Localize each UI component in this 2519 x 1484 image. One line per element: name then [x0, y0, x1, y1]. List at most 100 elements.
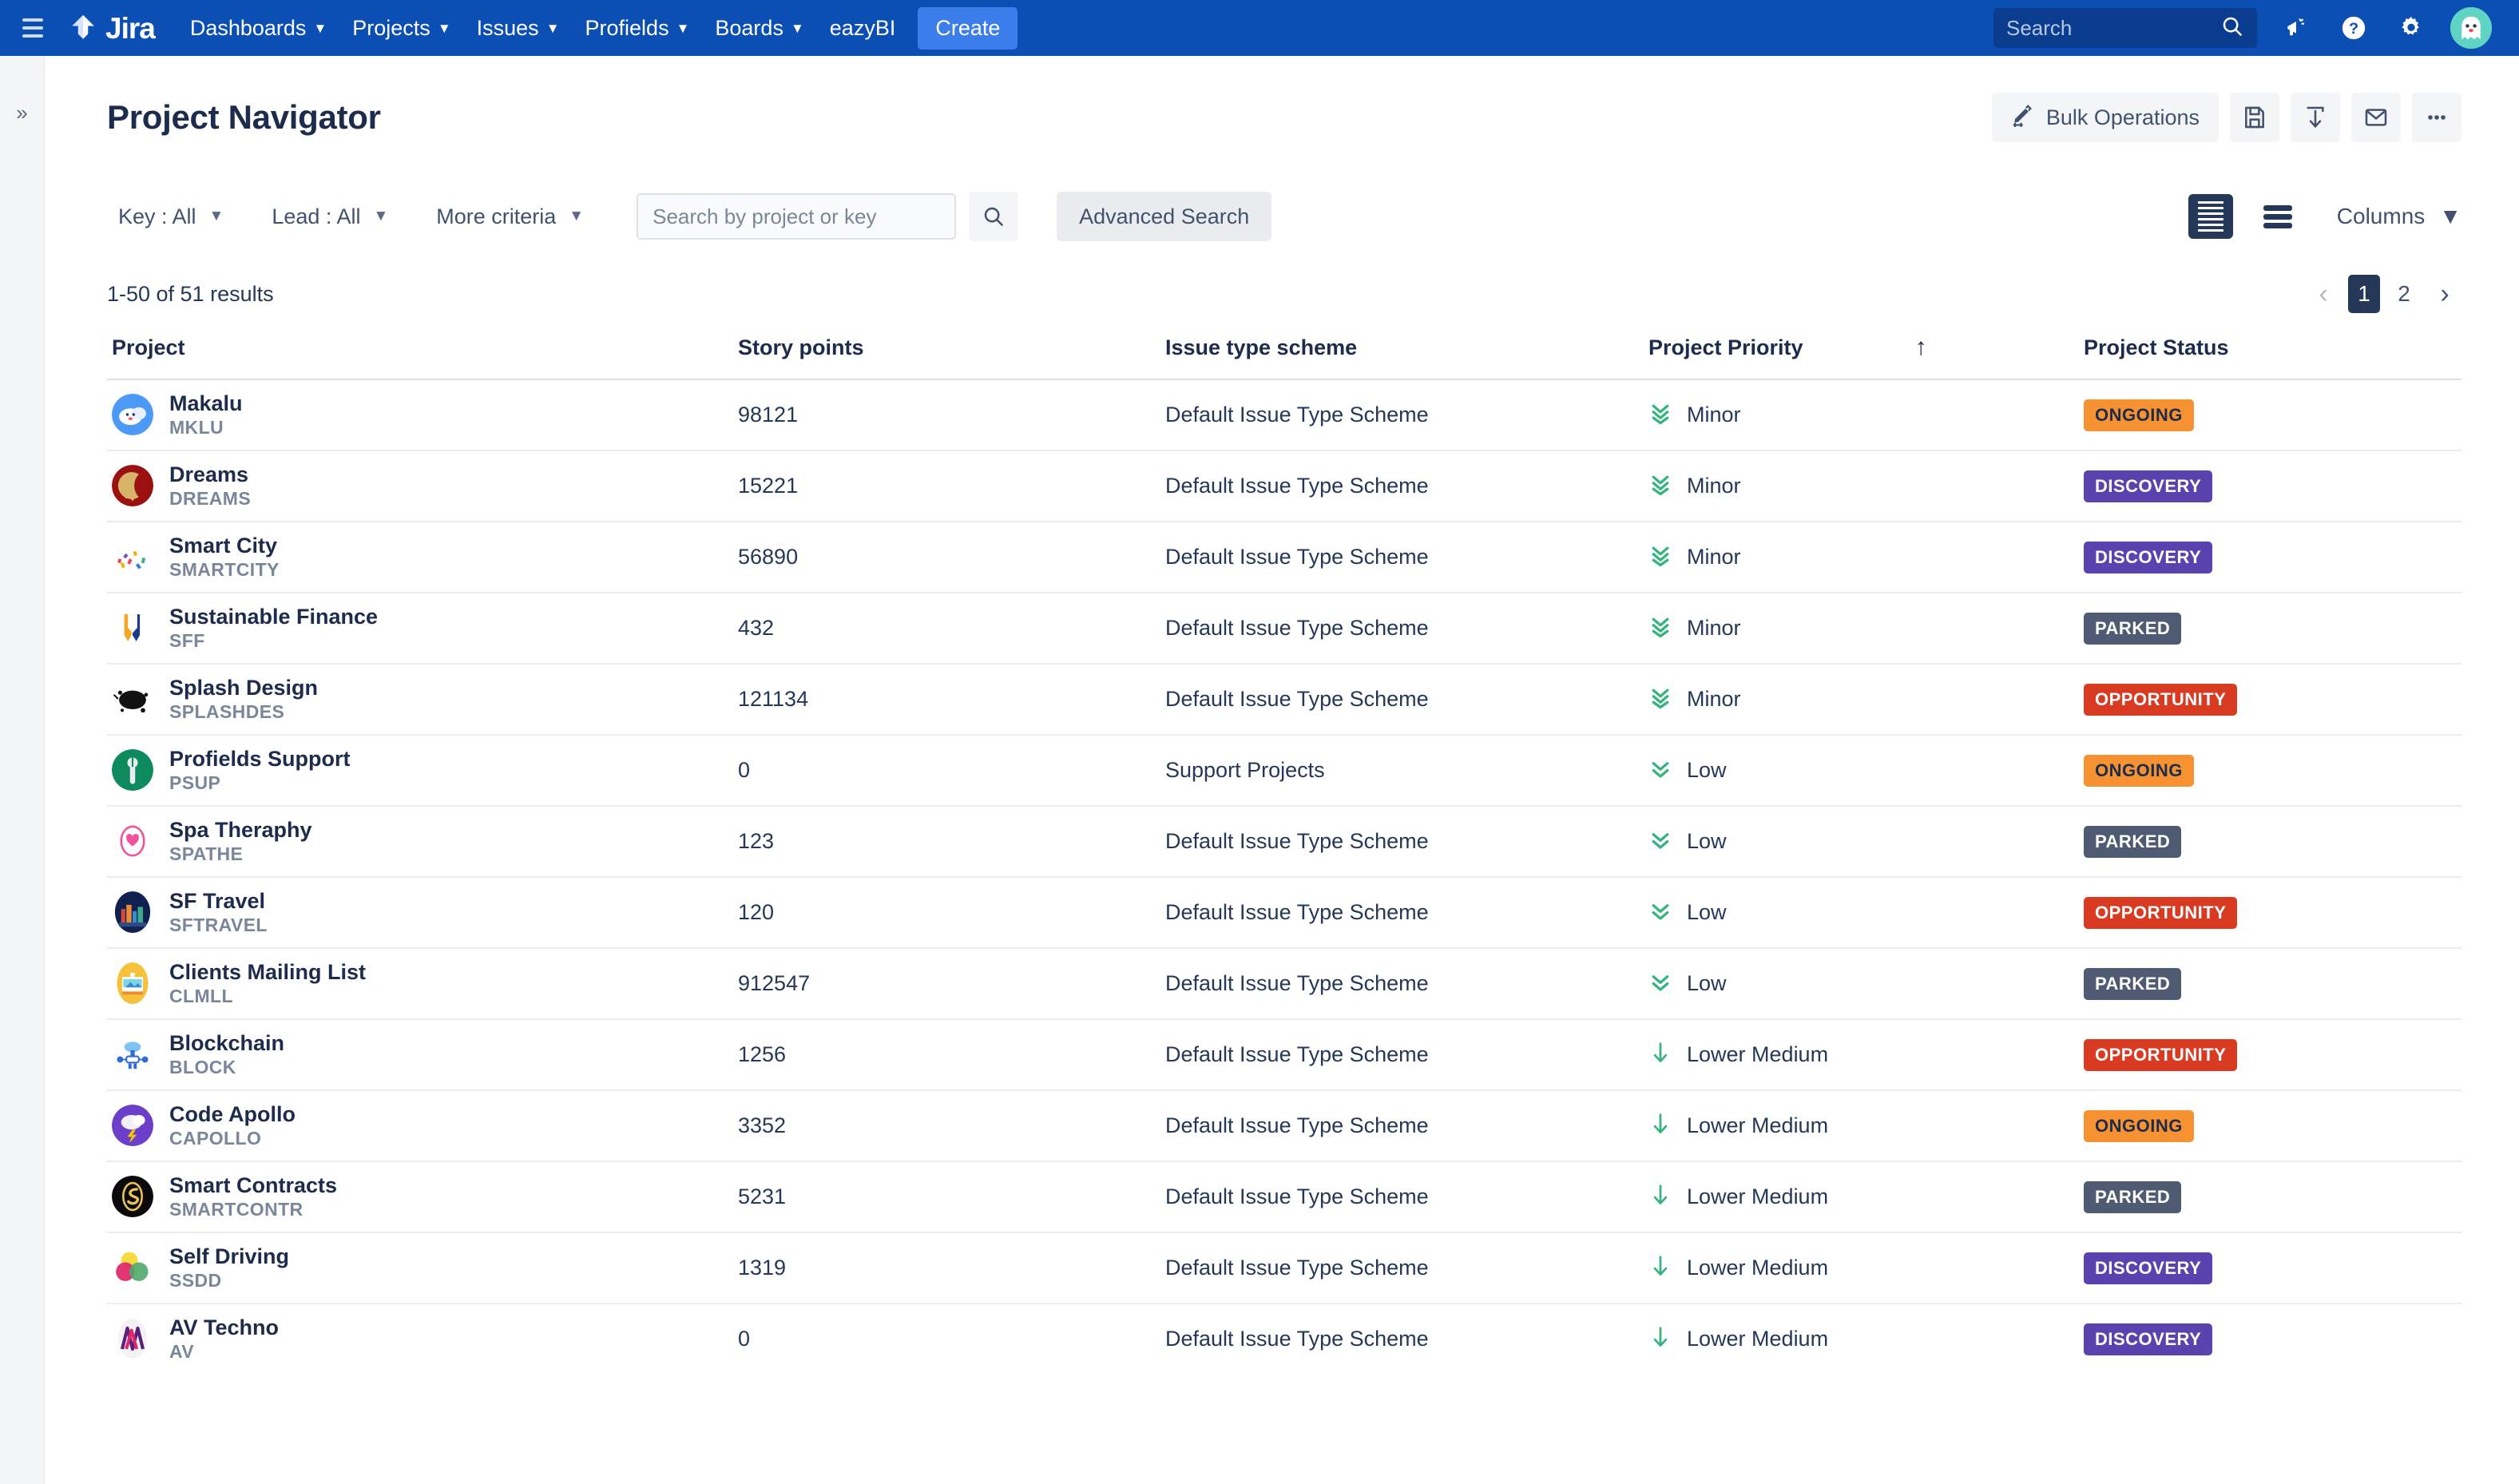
- global-search-input[interactable]: [2006, 15, 2220, 41]
- table-row[interactable]: Smart Contracts SMARTCONTR 5231 Default Iss…: [107, 1161, 2461, 1232]
- project-search-input[interactable]: [653, 204, 941, 229]
- double-chevron-down-icon: [1648, 899, 1672, 927]
- save-icon[interactable]: [2230, 93, 2279, 142]
- issue-type-scheme-cell: Default Issue Type Scheme: [1165, 474, 1429, 498]
- gear-icon[interactable]: [2393, 10, 2430, 46]
- columns-dropdown[interactable]: Columns ▼: [2337, 204, 2461, 229]
- project-name-link[interactable]: Spa Theraphy: [169, 818, 312, 843]
- project-status-cell: OPPORTUNITY: [2084, 1038, 2461, 1071]
- list-view-toggle[interactable]: [2255, 194, 2300, 239]
- project-name-link[interactable]: Smart Contracts: [169, 1173, 337, 1198]
- priority-label: Low: [1687, 900, 1727, 924]
- jira-logo[interactable]: Jira: [67, 12, 156, 44]
- table-row[interactable]: Spa Theraphy SPATHE 123 Default Issue Type …: [107, 805, 2461, 876]
- table-row[interactable]: Self Driving SSDD 1319 Default Issue Type S…: [107, 1232, 2461, 1303]
- story-points-cell: 120: [738, 900, 775, 924]
- column-header-project-status[interactable]: Project Status: [2084, 335, 2461, 360]
- project-search-field[interactable]: [637, 193, 957, 240]
- compact-view-toggle[interactable]: [2188, 194, 2233, 239]
- project-name-link[interactable]: Makalu: [169, 391, 243, 416]
- project-name-link[interactable]: Splash Design: [169, 676, 318, 700]
- chevron-down-icon: ▼: [2439, 204, 2461, 228]
- priority-label: Minor: [1687, 687, 1741, 711]
- status-badge: DISCOVERY: [2084, 470, 2213, 502]
- expand-sidebar-icon[interactable]: »: [0, 101, 44, 125]
- nav-item-profields[interactable]: Profields ▼: [573, 8, 703, 49]
- project-key: SPLASHDES: [169, 701, 285, 723]
- global-search-box[interactable]: [1993, 8, 2257, 48]
- project-identity: Smart City SMARTCITY: [169, 534, 280, 580]
- nav-item-issues[interactable]: Issues ▼: [464, 8, 573, 49]
- filter-key-dropdown[interactable]: Key : All ▼: [107, 196, 235, 237]
- export-icon[interactable]: [2291, 93, 2340, 142]
- table-row[interactable]: Code Apollo CAPOLLO 3352 Default Issue Type…: [107, 1089, 2461, 1161]
- filter-lead-dropdown[interactable]: Lead : All ▼: [260, 196, 399, 237]
- arrow-down-icon: [1648, 1041, 1672, 1069]
- table-row[interactable]: Dreams DREAMS 15221 Default Issue Type Sche…: [107, 450, 2461, 521]
- user-avatar[interactable]: [2450, 7, 2492, 49]
- app-menu-icon[interactable]: [22, 18, 50, 38]
- svg-text:?: ?: [2349, 20, 2358, 38]
- priority-label: Minor: [1687, 403, 1741, 427]
- nav-item-dashboards[interactable]: Dashboards ▼: [177, 8, 339, 49]
- nav-label: Profields: [585, 15, 669, 40]
- nav-item-projects[interactable]: Projects ▼: [339, 8, 463, 49]
- email-icon[interactable]: [2351, 93, 2401, 142]
- table-row[interactable]: Clients Mailing List CLMLL 912547 Default I…: [107, 947, 2461, 1018]
- project-cell: Makalu MKLU: [107, 391, 738, 438]
- story-points-cell: 56890: [738, 545, 799, 569]
- column-header-project-priority[interactable]: Project Priority ↑: [1648, 334, 2084, 361]
- create-button[interactable]: Create: [918, 6, 1018, 50]
- sort-ascending-icon[interactable]: ↑: [1915, 334, 1927, 361]
- search-submit-button[interactable]: [969, 192, 1019, 241]
- project-name-link[interactable]: Self Driving: [169, 1244, 289, 1269]
- status-badge: DISCOVERY: [2084, 1252, 2213, 1284]
- project-name-link[interactable]: SF Travel: [169, 889, 268, 914]
- project-name-link[interactable]: Smart City: [169, 534, 280, 558]
- project-name-link[interactable]: Sustainable Finance: [169, 605, 378, 629]
- status-badge: OPPORTUNITY: [2084, 683, 2238, 716]
- story-points-cell: 15221: [738, 474, 799, 498]
- nav-item-boards[interactable]: Boards ▼: [702, 8, 816, 49]
- project-key: BLOCK: [169, 1057, 236, 1078]
- project-priority-cell: Minor: [1648, 543, 2084, 571]
- project-cell: Sustainable Finance SFF: [107, 605, 738, 651]
- table-row[interactable]: AV Techno AV 0 Default Issue Type Scheme Low…: [107, 1303, 2461, 1374]
- project-name-link[interactable]: AV Techno: [169, 1315, 279, 1340]
- help-icon[interactable]: ?: [2335, 10, 2372, 46]
- table-row[interactable]: Profields Support PSUP 0 Support Projects Lo…: [107, 734, 2461, 805]
- bulk-operations-button[interactable]: Bulk Operations: [1991, 93, 2219, 142]
- project-name-link[interactable]: Code Apollo: [169, 1102, 296, 1127]
- table-row[interactable]: Smart City SMARTCITY 56890 Default Issue Ty…: [107, 521, 2461, 592]
- triple-chevron-down-icon: [1648, 401, 1672, 429]
- table-row[interactable]: Blockchain BLOCK 1256 Default Issue Type Sc…: [107, 1018, 2461, 1089]
- page-1-button[interactable]: 1: [2348, 275, 2380, 313]
- project-identity: Makalu MKLU: [169, 391, 243, 438]
- project-name-link[interactable]: Clients Mailing List: [169, 960, 366, 985]
- nav-item-eazybi[interactable]: eazyBI: [817, 8, 909, 49]
- column-header-story-points[interactable]: Story points: [738, 335, 1165, 360]
- project-name-link[interactable]: Dreams: [169, 462, 251, 487]
- project-key: SPATHE: [169, 843, 244, 865]
- more-criteria-dropdown[interactable]: More criteria ▼: [425, 196, 595, 237]
- project-key: SFTRAVEL: [169, 915, 268, 936]
- project-avatar-icon: [112, 749, 153, 792]
- table-row[interactable]: Splash Design SPLASHDES 121134 Default Issu…: [107, 663, 2461, 734]
- arrow-down-icon: [1648, 1325, 1672, 1353]
- project-avatar-icon: [112, 962, 153, 1005]
- table-row[interactable]: Sustainable Finance SFF 432 Default Issue T…: [107, 592, 2461, 663]
- advanced-search-button[interactable]: Advanced Search: [1057, 192, 1272, 241]
- more-options-icon[interactable]: [2412, 93, 2461, 142]
- project-name-link[interactable]: Blockchain: [169, 1031, 284, 1056]
- table-row[interactable]: SF Travel SFTRAVEL 120 Default Issue Type S…: [107, 876, 2461, 947]
- column-header-issue-type-scheme[interactable]: Issue type scheme: [1165, 335, 1648, 360]
- project-name-link[interactable]: Profields Support: [169, 747, 351, 772]
- table-row[interactable]: Makalu MKLU 98121 Default Issue Type Scheme…: [107, 379, 2461, 450]
- megaphone-icon[interactable]: [2278, 10, 2315, 46]
- column-header-project[interactable]: Project: [107, 335, 738, 360]
- page-2-button[interactable]: 2: [2388, 275, 2420, 313]
- project-key: DREAMS: [169, 488, 252, 510]
- next-page-button[interactable]: ›: [2428, 277, 2461, 311]
- project-key: CAPOLLO: [169, 1128, 262, 1149]
- previous-page-button[interactable]: ‹: [2307, 277, 2340, 311]
